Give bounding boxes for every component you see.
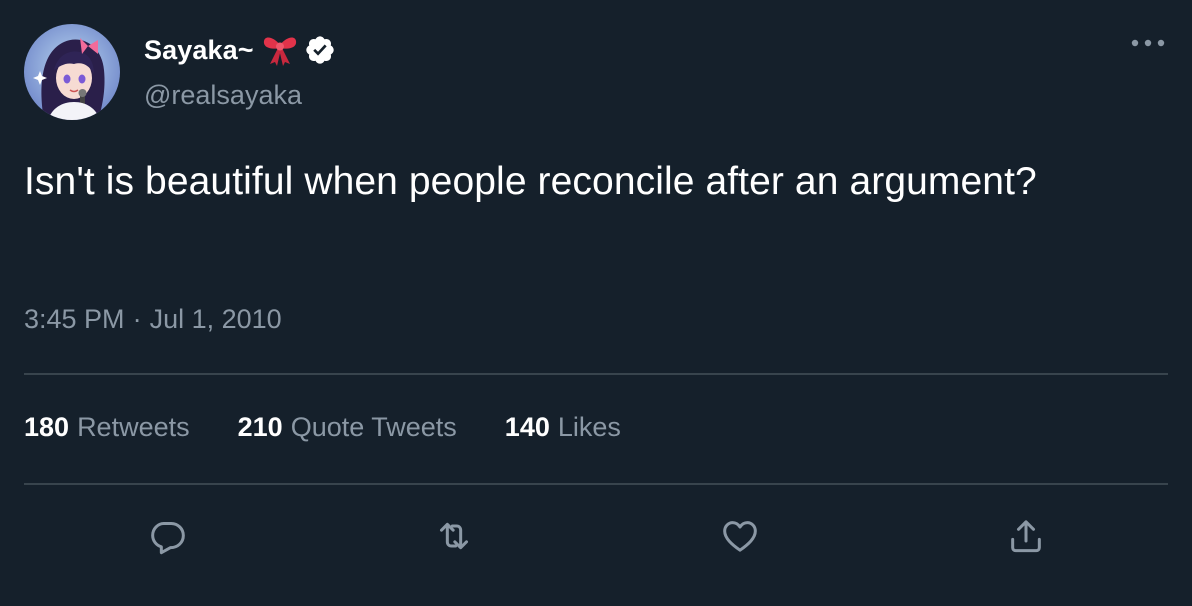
likes-label: Likes: [557, 412, 621, 442]
divider: [24, 373, 1168, 375]
more-icon: [1131, 39, 1165, 47]
likes-count: 140: [504, 412, 550, 442]
tweet-timestamp[interactable]: 3:45 PM · Jul 1, 2010: [24, 304, 282, 335]
avatar-image: [24, 24, 120, 120]
quote-tweets-count: 210: [237, 412, 283, 442]
more-options-button[interactable]: [1126, 28, 1170, 58]
engagement-stats: 180 Retweets 210 Quote Tweets 140 Likes: [24, 412, 669, 443]
verified-badge-icon: [305, 36, 334, 64]
quote-tweets-stat[interactable]: 210 Quote Tweets: [238, 412, 457, 443]
display-name[interactable]: Sayaka~: [144, 35, 254, 66]
tweet-time: 3:45 PM: [24, 304, 125, 334]
share-button[interactable]: [1000, 510, 1052, 562]
divider: [24, 483, 1168, 485]
retweets-label: Retweets: [77, 412, 190, 442]
like-icon: [723, 521, 757, 552]
timestamp-separator: ·: [132, 304, 142, 334]
avatar[interactable]: [24, 24, 120, 120]
retweet-button[interactable]: [428, 510, 480, 562]
reply-icon: [151, 522, 185, 555]
ribbon-icon: [263, 37, 296, 66]
author-handle[interactable]: @realsayaka: [144, 80, 302, 111]
retweet-icon: [440, 522, 468, 550]
reply-button[interactable]: [142, 510, 194, 562]
like-button[interactable]: [714, 510, 766, 562]
likes-stat[interactable]: 140 Likes: [505, 412, 621, 443]
tweet-text: Isn't is beautiful when people reconcile…: [24, 160, 1037, 203]
retweets-count: 180: [24, 412, 70, 442]
share-icon: [1011, 520, 1041, 553]
tweet-date: Jul 1, 2010: [149, 304, 282, 334]
quote-tweets-label: Quote Tweets: [290, 412, 457, 442]
author-name-row[interactable]: Sayaka~: [144, 32, 336, 68]
retweets-stat[interactable]: 180 Retweets: [24, 412, 190, 443]
